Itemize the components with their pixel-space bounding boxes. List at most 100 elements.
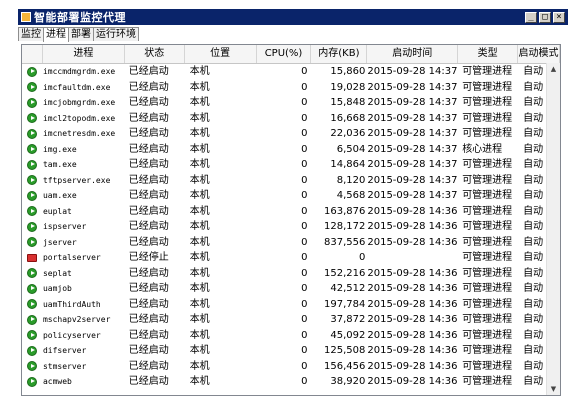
process-location: 本机 [189,112,210,124]
process-type: 可管理进程 [462,66,513,77]
table-row[interactable]: imcl2topodm.exe 已经启动 本机 0 16,668 2015-09-28 1… [22,111,560,127]
header-location[interactable]: 位置 [185,45,257,63]
table-row[interactable]: img.exe 已经启动 本机 0 6,5042015-09-28 14:37:15 核心… [22,142,560,158]
process-cpu: 0 [301,159,308,170]
table-row[interactable]: stmserver 已经启动 本机 0 156,4562015-09-28 14:36:… [22,359,560,375]
table-row[interactable]: uamjob 已经启动 本机 0 42,5122015-09-28 14:36:34 可管… [22,281,560,297]
window-title: 智能部署监控代理 [34,11,126,24]
process-name: portalserver [42,253,101,262]
running-icon [27,237,38,248]
process-start-time: 2015-09-28 14:36:34 [367,205,458,217]
process-location: 本机 [189,174,210,186]
process-location: 本机 [189,97,210,108]
status-icon-cell [22,374,43,390]
running-icon [27,299,38,310]
process-name: stmserver [42,361,87,371]
table-row[interactable]: difserver 已经启动 本机 0 125,5082015-09-28 14:36:… [22,343,560,359]
minimize-button[interactable]: _ [525,11,537,23]
header-memory[interactable]: 内存(KB) [311,45,368,63]
process-cpu: 0 [301,376,308,387]
process-memory: 38,920 [330,376,366,387]
process-memory: 4,568 [336,190,366,201]
header-start-time[interactable]: 启动时间 [367,45,459,63]
table-row[interactable]: ispserver 已经启动 本机 0 128,1722015-09-28 14:36:… [22,219,560,235]
process-type: 可管理进程 [462,174,513,186]
process-name: difserver [42,346,87,355]
process-location: 本机 [189,128,210,139]
process-memory: 22,036 [330,128,366,139]
tab-monitor[interactable]: 监控 [18,27,44,41]
running-icon [27,376,38,387]
process-memory: 16,668 [330,112,366,124]
table-row[interactable]: jserver 已经启动 本机 0 837,5562015-09-28 14:36:34… [22,235,560,251]
scroll-down-icon[interactable]: ▼ [547,383,560,395]
table-row[interactable]: acmweb 已经启动 本机 0 38,9202015-09-28 14:36:34 可管… [22,374,560,390]
process-cpu: 0 [301,252,308,263]
scroll-up-icon[interactable]: ▲ [547,63,560,75]
header-cpu[interactable]: CPU(%) [257,45,312,63]
table-row[interactable]: euplat 已经启动 本机 0 163,8762015-09-28 14:36:34 可… [22,204,560,220]
running-icon [27,97,38,108]
process-memory: 156,456 [324,360,366,372]
process-start-time: 2015-09-28 14:37:20 [367,66,458,77]
process-type: 可管理进程 [462,190,513,201]
table-row[interactable]: imcfaultdm.exe 已经启动 本机 0 19,028 2015-09-28 14… [22,80,560,96]
table-row[interactable]: uam.exe 已经启动 本机 0 4,5682015-09-28 14:37:21 可管… [22,188,560,204]
header-type[interactable]: 类型 [458,45,519,63]
process-type: 可管理进程 [462,345,513,356]
status-icon-cell [22,111,43,127]
close-button[interactable]: × [553,11,565,23]
process-status: 已经启动 [128,376,169,387]
process-start-time: 2015-09-28 14:37:20 [367,128,458,139]
maximize-button[interactable]: □ [539,11,551,23]
process-location: 本机 [189,345,210,356]
process-type: 可管理进程 [462,376,513,387]
running-icon [27,175,38,186]
header-process[interactable]: 进程 [43,45,125,63]
process-cpu: 0 [301,81,308,93]
process-status: 已经启动 [128,314,169,325]
table-row[interactable]: seplat 已经启动 本机 0 152,2162015-09-28 14:36:34 可… [22,266,560,282]
table-row[interactable]: portalserver 已经停止 本机 0 0 可管理进程 自动 [22,250,560,266]
table-row[interactable]: imcnetresdm.exe 已经启动 本机 0 22,036 2015-09-28 1… [22,126,560,142]
status-icon-cell [22,250,43,266]
table-row[interactable]: tftpserver.exe 已经启动 本机 0 8,120 2015-09-28 14:… [22,173,560,189]
process-start-time: 2015-09-28 14:37:20 [367,81,458,93]
header-status[interactable]: 状态 [125,45,185,63]
app-icon [21,12,31,22]
tab-bar: 监控 进程 部署 运行环境 [18,27,139,42]
title-bar: 智能部署监控代理 _ □ × [18,9,568,25]
tab-environment[interactable]: 运行环境 [93,27,139,41]
process-cpu: 0 [301,143,308,155]
status-icon-cell [22,281,43,297]
process-location: 本机 [189,267,210,279]
tab-deploy[interactable]: 部署 [68,27,94,41]
process-start-time: 2015-09-28 14:36:34 [367,236,458,248]
running-icon [27,190,38,201]
process-status: 已经启动 [128,174,169,186]
process-status: 已经启动 [128,112,169,124]
status-icon-cell [22,219,43,235]
process-type: 可管理进程 [462,236,513,248]
table-row[interactable]: mschapv2server 已经启动 本机 0 37,872 2015-09-28 14… [22,312,560,328]
process-status: 已经启动 [128,360,169,372]
status-icon-cell [22,126,43,142]
header-start-mode[interactable]: 启动模式 [518,45,560,63]
table-row[interactable]: imccmdmgrdm.exe 已经启动 本机 0 15,860 2015-09-28 1… [22,64,560,80]
table-row[interactable]: uamThirdAuth 已经启动 本机 0 197,784 2015-09-28 14:… [22,297,560,313]
process-start-time: 2015-09-28 14:36:34 [367,283,458,294]
table-row[interactable]: policyserver 已经启动 本机 0 45,092 2015-09-28 14:3… [22,328,560,344]
process-status: 已经启动 [128,205,169,217]
process-location: 本机 [189,283,210,294]
process-memory: 15,848 [330,97,366,108]
table-row[interactable]: imcjobmgrdm.exe 已经启动 本机 0 15,848 2015-09-28 1… [22,95,560,111]
process-cpu: 0 [301,190,308,201]
table-row[interactable]: tam.exe 已经启动 本机 0 14,8642015-09-28 14:37:21 可… [22,157,560,173]
process-cpu: 0 [301,221,308,232]
process-type: 可管理进程 [462,314,513,325]
running-icon [27,82,38,93]
tab-process[interactable]: 进程 [43,27,69,42]
process-location: 本机 [189,205,210,217]
running-icon [27,128,38,139]
vertical-scrollbar[interactable]: ▲ ▼ [546,63,560,395]
